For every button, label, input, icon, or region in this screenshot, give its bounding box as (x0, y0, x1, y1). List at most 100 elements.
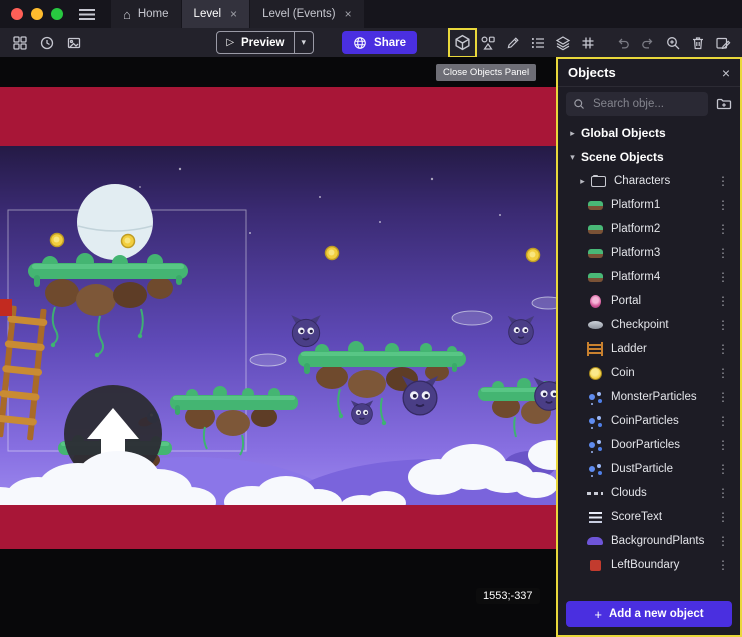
instances-list-icon (530, 35, 546, 51)
tooltip: Close Objects Panel (436, 64, 536, 81)
object-item-platform1[interactable]: Platform1 ⋮ (558, 193, 740, 217)
object-item-scoretext[interactable]: ScoreText ⋮ (558, 505, 740, 529)
tab-label: Home (138, 8, 169, 20)
delete-button[interactable] (686, 31, 709, 55)
search-icon (573, 98, 585, 110)
object-groups-icon (480, 35, 496, 51)
undo-button[interactable] (611, 31, 634, 55)
objects-panel-button[interactable] (451, 31, 474, 55)
object-menu-button[interactable]: ⋮ (714, 222, 732, 236)
tab-level[interactable]: Level × (182, 0, 250, 28)
object-menu-button[interactable]: ⋮ (714, 270, 732, 284)
close-panel-button[interactable]: × (722, 65, 730, 81)
chevron-right-icon: ▸ (576, 176, 589, 187)
minimize-window-button[interactable] (31, 8, 43, 20)
left-boundary-instance[interactable] (0, 299, 12, 316)
object-label: ScoreText (611, 511, 714, 523)
object-menu-button[interactable]: ⋮ (714, 174, 732, 188)
particles-icon (586, 437, 604, 453)
search-box[interactable] (566, 92, 708, 116)
particles-icon (586, 461, 604, 477)
object-menu-button[interactable]: ⋮ (714, 414, 732, 428)
instances-list-button[interactable] (526, 31, 549, 55)
zoom-window-button[interactable] (51, 8, 63, 20)
object-item-platform4[interactable]: Platform4 ⋮ (558, 265, 740, 289)
titlebar: ⌂ Home Level × Level (Events) × (0, 0, 742, 28)
menu-icon[interactable] (79, 9, 95, 20)
object-menu-button[interactable]: ⋮ (714, 390, 732, 404)
properties-button[interactable] (501, 31, 524, 55)
zoom-in-icon (665, 35, 681, 51)
object-groups-button[interactable] (476, 31, 499, 55)
particles-icon (586, 413, 604, 429)
screenshot-button[interactable] (62, 31, 85, 55)
object-item-doorparticles[interactable]: DoorParticles ⋮ (558, 433, 740, 457)
history-button[interactable] (35, 31, 58, 55)
toolbar-left-group (8, 31, 85, 55)
object-item-dustparticle[interactable]: DustParticle ⋮ (558, 457, 740, 481)
object-label: DoorParticles (611, 439, 714, 451)
object-menu-button[interactable]: ⋮ (714, 294, 732, 308)
object-item-platform2[interactable]: Platform2 ⋮ (558, 217, 740, 241)
scene-editor-canvas[interactable] (0, 57, 556, 637)
scene-svg (0, 57, 556, 637)
object-menu-button[interactable]: ⋮ (714, 318, 732, 332)
close-tab-icon[interactable]: × (230, 7, 237, 21)
folder-label: Characters (614, 175, 714, 187)
platform-icon (586, 245, 604, 261)
cube-icon (454, 34, 471, 51)
object-menu-button[interactable]: ⋮ (714, 558, 732, 572)
text-icon (586, 509, 604, 525)
tab-level-events[interactable]: Level (Events) × (250, 0, 364, 28)
object-menu-button[interactable]: ⋮ (714, 246, 732, 260)
object-item-clouds[interactable]: Clouds ⋮ (558, 481, 740, 505)
tab-home[interactable]: ⌂ Home (111, 0, 181, 28)
object-item-monsterparticles[interactable]: MonsterParticles ⋮ (558, 385, 740, 409)
folder-characters[interactable]: ▸ Characters ⋮ (558, 169, 740, 193)
trash-icon (690, 35, 706, 51)
object-menu-button[interactable]: ⋮ (714, 366, 732, 380)
object-item-backgroundplants[interactable]: BackgroundPlants ⋮ (558, 529, 740, 553)
tab-label: Level (Events) (262, 8, 336, 20)
play-icon: ▷ (226, 37, 234, 48)
object-menu-button[interactable]: ⋮ (714, 438, 732, 452)
group-global-objects[interactable]: ▸ Global Objects (558, 121, 740, 145)
close-tab-icon[interactable]: × (345, 7, 352, 21)
object-item-checkpoint[interactable]: Checkpoint ⋮ (558, 313, 740, 337)
object-menu-button[interactable]: ⋮ (714, 462, 732, 476)
scene-properties-button[interactable] (711, 31, 734, 55)
platform-icon (586, 269, 604, 285)
share-button[interactable]: Share (342, 31, 417, 54)
object-menu-button[interactable]: ⋮ (714, 198, 732, 212)
preview-options-button[interactable]: ▾ (295, 37, 314, 48)
project-manager-button[interactable] (8, 31, 31, 55)
object-menu-button[interactable]: ⋮ (714, 486, 732, 500)
zoom-button[interactable] (661, 31, 684, 55)
layers-button[interactable] (551, 31, 574, 55)
particles-icon (586, 389, 604, 405)
object-item-portal[interactable]: Portal ⋮ (558, 289, 740, 313)
group-scene-objects[interactable]: ▾ Scene Objects (558, 145, 740, 169)
object-item-coinparticles[interactable]: CoinParticles ⋮ (558, 409, 740, 433)
close-window-button[interactable] (11, 8, 23, 20)
search-input[interactable] (591, 97, 701, 111)
balloon-instance[interactable] (77, 184, 153, 260)
object-menu-button[interactable]: ⋮ (714, 342, 732, 356)
object-item-ladder[interactable]: Ladder ⋮ (558, 337, 740, 361)
add-folder-button[interactable] (716, 96, 732, 112)
object-item-platform3[interactable]: Platform3 ⋮ (558, 241, 740, 265)
clock-icon (39, 35, 55, 51)
preview-button[interactable]: ▷ Preview ▾ (216, 31, 314, 54)
objects-panel: Objects × ▸ Global Objects ▾ Scene Objec… (556, 57, 742, 637)
frame-icon (66, 35, 82, 51)
redo-button[interactable] (636, 31, 659, 55)
object-menu-button[interactable]: ⋮ (714, 534, 732, 548)
object-item-leftboundary[interactable]: LeftBoundary ⋮ (558, 553, 740, 577)
edit-scene-icon (715, 35, 731, 51)
grid-button[interactable] (576, 31, 599, 55)
add-new-object-button[interactable]: + Add a new object (566, 601, 732, 627)
object-label: Portal (611, 295, 714, 307)
object-menu-button[interactable]: ⋮ (714, 510, 732, 524)
add-folder-icon (716, 96, 732, 112)
object-item-coin[interactable]: Coin ⋮ (558, 361, 740, 385)
